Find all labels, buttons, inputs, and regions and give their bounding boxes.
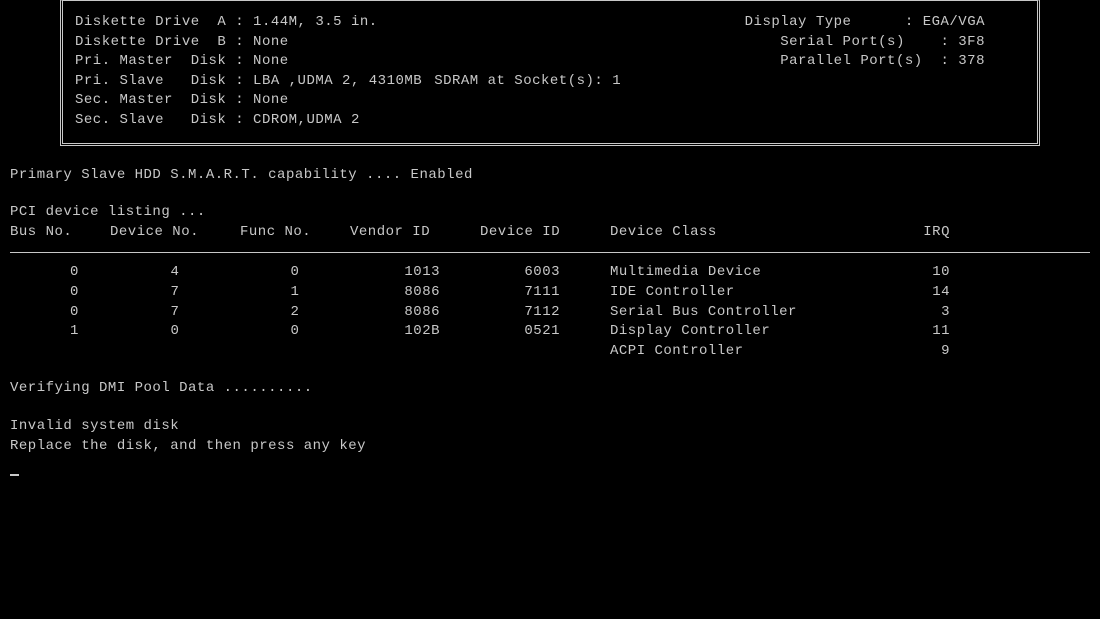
pci-table-row: 0 4 0 1013 6003 Multimedia Device 10 — [10, 263, 1090, 283]
smart-status-line: Primary Slave HDD S.M.A.R.T. capability … — [10, 166, 1090, 186]
sysinfo-row: Diskette Drive B : None Serial Port(s) :… — [75, 33, 1025, 53]
col-irq: IRQ — [890, 223, 950, 243]
pci-listing-title: PCI device listing ... — [10, 203, 1090, 223]
pci-table-row: 1 0 0 102B 0521 Display Controller 11 — [10, 322, 1090, 342]
cursor — [10, 474, 19, 476]
pci-table-row: 0 7 1 8086 7111 IDE Controller 14 — [10, 283, 1090, 303]
col-device-no: Device No. — [110, 223, 240, 243]
pci-table-row: 0 7 2 8086 7112 Serial Bus Controller 3 — [10, 303, 1090, 323]
col-device-class: Device Class — [610, 223, 890, 243]
dmi-verify-line: Verifying DMI Pool Data .......... — [10, 379, 1090, 399]
col-vendor-id: Vendor ID — [350, 223, 480, 243]
col-func-no: Func No. — [240, 223, 350, 243]
pci-table-header: Bus No. Device No. Func No. Vendor ID De… — [10, 223, 1090, 243]
error-line-1: Invalid system disk — [10, 417, 1090, 437]
col-bus: Bus No. — [10, 223, 110, 243]
bios-post-screen: Diskette Drive A : 1.44M, 3.5 in. Displa… — [0, 0, 1100, 476]
sysinfo-row: Pri. Slave Disk : LBA ,UDMA 2, 4310MB SD… — [75, 72, 1025, 92]
error-line-2: Replace the disk, and then press any key — [10, 437, 1090, 457]
col-device-id: Device ID — [480, 223, 610, 243]
sysinfo-row: Sec. Master Disk : None — [75, 91, 1025, 111]
pci-table-row: ACPI Controller 9 — [10, 342, 1090, 362]
sysinfo-row: Diskette Drive A : 1.44M, 3.5 in. Displa… — [75, 13, 1025, 33]
sysinfo-row: Pri. Master Disk : None Parallel Port(s)… — [75, 52, 1025, 72]
divider — [10, 252, 1090, 253]
system-summary-box: Diskette Drive A : 1.44M, 3.5 in. Displa… — [60, 0, 1040, 146]
sysinfo-row: Sec. Slave Disk : CDROM,UDMA 2 — [75, 111, 1025, 131]
